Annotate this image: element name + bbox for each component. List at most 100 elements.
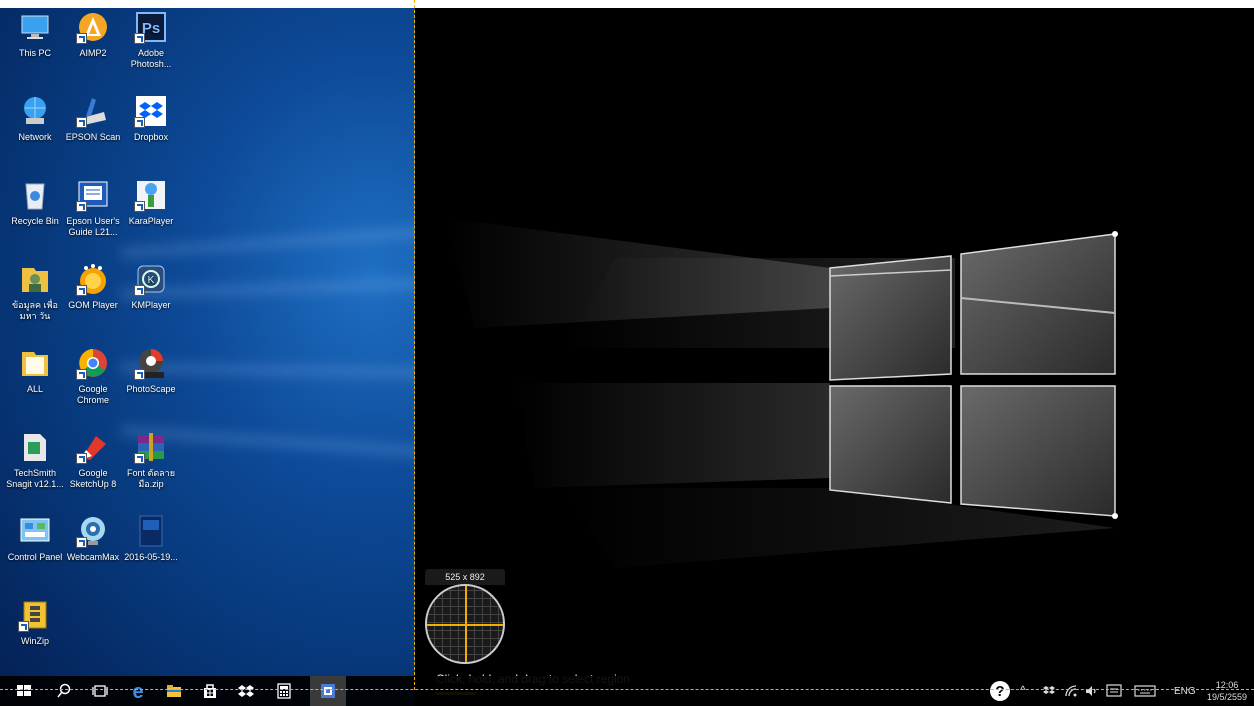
control-panel-icon <box>18 514 52 548</box>
desktop-icon-label: 2016-05-19... <box>124 552 178 562</box>
dropbox-taskbar-icon[interactable] <box>236 681 256 701</box>
light-beam <box>120 226 415 259</box>
magnifier-loupe <box>425 584 505 664</box>
shortcut-arrow-icon <box>76 369 87 380</box>
desktop-icon-photoshop[interactable]: Ps Adobe Photosh... <box>120 10 182 70</box>
desktop-icon-network[interactable]: Network <box>4 94 66 143</box>
desktop-icon-control-panel[interactable]: Control Panel <box>4 514 66 563</box>
desktop-wallpaper-right <box>415 8 1254 706</box>
desktop-icon-user-folder[interactable]: ข้อมูลค เพื่อมหา วัน <box>4 262 66 322</box>
shortcut-arrow-icon <box>76 117 87 128</box>
desktop-icon-label: Adobe Photosh... <box>130 48 172 69</box>
desktop-icon-all-folder[interactable]: ALL <box>4 346 66 395</box>
shortcut-arrow-icon <box>134 453 145 464</box>
kmplayer-icon: K <box>134 262 168 296</box>
desktop-icon-screenshot-file[interactable]: 2016-05-19... <box>120 514 182 563</box>
webcammax-icon <box>76 514 110 548</box>
shortcut-arrow-icon <box>76 201 87 212</box>
desktop-icon-karaplayer[interactable]: KaraPlayer <box>120 178 182 227</box>
snipping-app-icon[interactable] <box>318 681 338 701</box>
selection-guide-vertical <box>414 0 415 690</box>
chevron-up-icon[interactable]: ^ <box>1020 683 1026 699</box>
desktop-icon-label: PhotoScape <box>126 384 176 394</box>
all-folder-icon <box>18 346 52 380</box>
shortcut-arrow-icon <box>18 621 29 632</box>
desktop-icon-snagit[interactable]: TechSmith Snagit v12.1... <box>4 430 66 490</box>
dropbox-tray-icon[interactable] <box>1042 683 1056 699</box>
screenshot-file-icon <box>134 514 168 548</box>
desktop-icon-label: WebcamMax <box>66 552 120 562</box>
dropbox-icon <box>134 94 168 128</box>
desktop-icon-kmplayer[interactable]: K KMPlayer <box>120 262 182 311</box>
desktop-icon-font-zip[interactable]: Font ตัดลาย มือ.zip <box>120 430 182 490</box>
shortcut-arrow-icon <box>134 33 145 44</box>
screen: This PC AIMP2 Ps Adobe Photosh... Network EPS… <box>0 8 1254 706</box>
desktop-icon-epson-scan[interactable]: EPSON Scan <box>62 94 124 143</box>
crosshair-vertical <box>465 586 467 662</box>
desktop-icon-label: Network <box>18 132 52 142</box>
winzip-icon <box>18 598 52 632</box>
desktop-icon-label: ข้อมูลค เพื่อมหา วัน <box>12 300 58 321</box>
desktop-icon-label: Dropbox <box>133 132 169 142</box>
clock[interactable]: 12:06 19/5/2559 <box>1206 679 1248 703</box>
desktop-icon-recycle-bin[interactable]: Recycle Bin <box>4 178 66 227</box>
desktop-icon-label: Google SketchUp 8 <box>69 468 117 489</box>
start-windows-icon[interactable] <box>14 681 34 701</box>
calculator-icon[interactable] <box>274 681 294 701</box>
shortcut-arrow-icon <box>134 285 145 296</box>
photoshop-icon: Ps <box>134 10 168 44</box>
svg-text:K: K <box>148 275 155 286</box>
shortcut-arrow-icon <box>76 537 87 548</box>
this-pc-icon <box>18 10 52 44</box>
sketchup-icon <box>76 430 110 464</box>
clock-date: 19/5/2559 <box>1206 692 1248 702</box>
desktop-icon-label: GOM Player <box>68 300 118 310</box>
desktop-icon-aimp2[interactable]: AIMP2 <box>62 10 124 59</box>
desktop-icon-webcammax[interactable]: WebcamMax <box>62 514 124 563</box>
recycle-bin-icon <box>18 178 52 212</box>
keyboard-icon[interactable] <box>1134 683 1156 699</box>
desktop-icon-epson-guide[interactable]: Epson User's Guide L21... <box>62 178 124 238</box>
desktop-icon-label: Epson User's Guide L21... <box>66 216 120 237</box>
shortcut-arrow-icon <box>76 33 87 44</box>
desktop-icon-chrome[interactable]: Google Chrome <box>62 346 124 406</box>
shortcut-arrow-icon <box>134 117 145 128</box>
desktop-icon-label: TechSmith Snagit v12.1... <box>6 468 64 489</box>
desktop-icon-winzip[interactable]: WinZip <box>4 598 66 647</box>
desktop-icon-label: KaraPlayer <box>128 216 174 226</box>
photoscape-icon <box>134 346 168 380</box>
desktop-icon-label: Control Panel <box>7 552 63 562</box>
wifi-icon[interactable] <box>1064 683 1078 699</box>
svg-text:e: e <box>132 681 143 701</box>
karaplayer-icon <box>134 178 168 212</box>
desktop-icon-sketchup[interactable]: Google SketchUp 8 <box>62 430 124 490</box>
desktop-icon-photoscape[interactable]: PhotoScape <box>120 346 182 395</box>
desktop-icon-label: KMPlayer <box>131 300 171 310</box>
shortcut-arrow-icon <box>76 285 87 296</box>
desktop-icon-label: AIMP2 <box>79 48 107 58</box>
desktop-icon-label: EPSON Scan <box>65 132 121 142</box>
help-icon[interactable]: ? <box>988 679 1012 703</box>
chrome-icon <box>76 346 110 380</box>
shortcut-arrow-icon <box>134 201 145 212</box>
desktop-icon-dropbox[interactable]: Dropbox <box>120 94 182 143</box>
desktop-icon-label: ALL <box>26 384 43 394</box>
task-view-icon[interactable] <box>90 681 110 701</box>
windows-logo-wallpaper <box>445 218 1118 568</box>
edge-browser-icon[interactable]: e <box>128 681 148 701</box>
file-explorer-icon[interactable] <box>164 681 184 701</box>
desktop-icon-label: This PC <box>18 48 51 58</box>
network-icon <box>18 94 52 128</box>
desktop-icon-gom-player[interactable]: GOM Player <box>62 262 124 311</box>
taskbar: e ? ^ ENG 12:06 19/5/2559 <box>0 676 1254 706</box>
search-icon[interactable] <box>54 681 74 701</box>
selection-guide-horizontal <box>0 689 1254 690</box>
desktop-icon-label: Google Chrome <box>76 384 109 405</box>
volume-icon[interactable] <box>1084 683 1098 699</box>
desktop-icon-label: WinZip <box>20 636 49 646</box>
aimp2-icon <box>76 10 110 44</box>
store-icon[interactable] <box>200 681 220 701</box>
desktop-icon-this-pc[interactable]: This PC <box>4 10 66 59</box>
notifications-icon[interactable] <box>1106 683 1122 699</box>
magnifier-dimensions: 525 x 892 <box>425 569 505 585</box>
